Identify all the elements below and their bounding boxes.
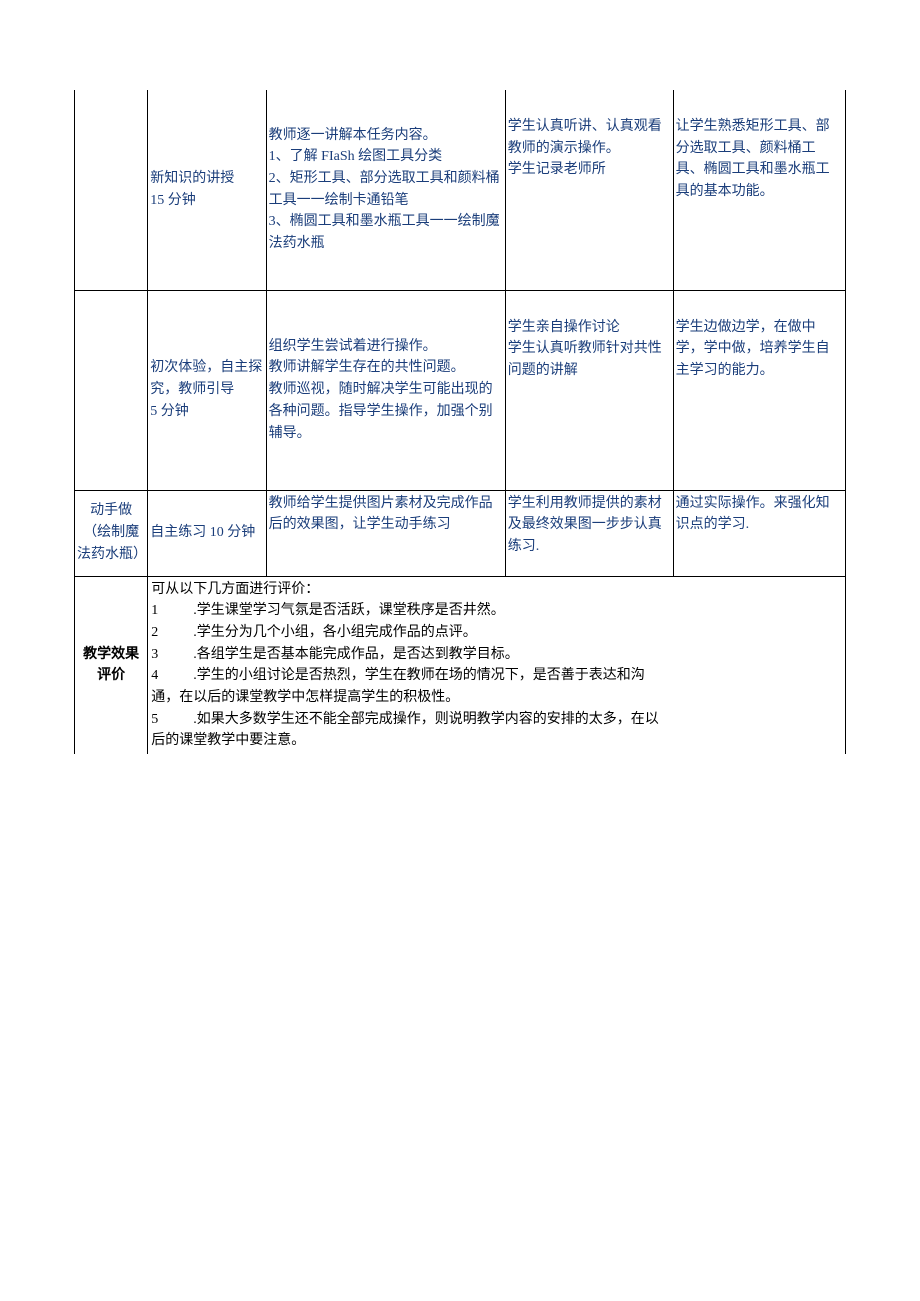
teacher-line: 教师巡视，随时解决学生可能出现的各种问题。指导学生操作，加强个别辅导。: [269, 379, 503, 444]
item-text: .各组学生是否基本能完成作品，是否达到教学目标。: [193, 647, 519, 662]
lesson-plan-table: 新知识的讲授 15 分钟 教师逐一讲解本任务内容。 1、了解 FIaSh 绘图工…: [74, 90, 846, 754]
student-line: 学生认真听讲、认真观看教师的演示操作。: [508, 116, 671, 159]
table-row: 教学效果评价 可从以下几方面进行评价： 1.学生课堂学习气氛是否活跃，课堂秩序是…: [75, 576, 846, 754]
item-number: 5: [151, 709, 193, 731]
period-icon: .: [536, 539, 540, 554]
time-line: 初次体验，自主探究，教师引导: [150, 357, 263, 400]
eval-list: 1.学生课堂学习气氛是否活跃，课堂秩序是否井然。 2.学生分为几个小组，各小组完…: [150, 600, 843, 752]
phase-line: （绘制魔法药水瓶）: [77, 522, 145, 565]
item-text: .学生分为几个小组，各小组完成作品的点评。: [193, 625, 477, 640]
student-line: 学生认真听教师针对共性问题的讲解: [508, 338, 671, 381]
student-line: 学生记录老师所: [508, 159, 671, 181]
phase-cell: [75, 90, 148, 290]
table-row: 新知识的讲授 15 分钟 教师逐一讲解本任务内容。 1、了解 FIaSh 绘图工…: [75, 90, 846, 290]
phase-cell: [75, 290, 148, 490]
student-cell: 学生利用教师提供的素材及最终效果图一步步认真练习.: [505, 490, 673, 576]
item-text: 后的课堂教学中要注意。: [151, 733, 305, 748]
eval-content-cell: 可从以下几方面进行评价： 1.学生课堂学习气氛是否活跃，课堂秩序是否井然。 2.…: [148, 576, 846, 754]
teacher-cell: 教师逐一讲解本任务内容。 1、了解 FIaSh 绘图工具分类 2、矩形工具、部分…: [266, 90, 505, 290]
item-text: 通，在以后的课堂教学中怎样提高学生的积极性。: [151, 690, 459, 705]
period-icon: .: [746, 517, 750, 532]
teacher-cell: 教师给学生提供图片素材及完成作品后的效果图，让学生动手练习: [266, 490, 505, 576]
document-page: 新知识的讲授 15 分钟 教师逐一讲解本任务内容。 1、了解 FIaSh 绘图工…: [0, 0, 920, 1301]
purpose-cell: 通过实际操作。来强化知识点的学习.: [673, 490, 845, 576]
teacher-line: 组织学生尝试着进行操作。: [269, 336, 503, 358]
teacher-line: 2、矩形工具、部分选取工具和颜料桶工具一一绘制卡通铅笔: [269, 168, 503, 211]
teacher-cell: 组织学生尝试着进行操作。 教师讲解学生存在的共性问题。 教师巡视，随时解决学生可…: [266, 290, 505, 490]
list-item: 4.学生的小组讨论是否热烈，学生在教师在场的情况下，是否善于表达和沟: [151, 665, 843, 687]
time-cell: 初次体验，自主探究，教师引导 5 分钟: [148, 290, 266, 490]
list-item-cont: 通，在以后的课堂教学中怎样提高学生的积极性。: [151, 687, 843, 709]
student-cell: 学生认真听讲、认真观看教师的演示操作。 学生记录老师所: [505, 90, 673, 290]
time-line: 新知识的讲授: [150, 168, 263, 190]
teacher-line: 3、椭圆工具和墨水瓶工具一一绘制魔法药水瓶: [269, 211, 503, 254]
time-line: 5 分钟: [150, 401, 263, 423]
eval-label: 教学效果评价: [83, 647, 139, 684]
table-row: 初次体验，自主探究，教师引导 5 分钟 组织学生尝试着进行操作。 教师讲解学生存…: [75, 290, 846, 490]
item-number: 1: [151, 600, 193, 622]
purpose-cell: 学生边做边学，在做中学，学中做，培养学生自主学习的能力。: [673, 290, 845, 490]
teacher-line: 教师逐一讲解本任务内容。: [269, 125, 503, 147]
list-item: 1.学生课堂学习气氛是否活跃，课堂秩序是否井然。: [151, 600, 843, 622]
time-line: 15 分钟: [150, 190, 263, 212]
eval-label-cell: 教学效果评价: [75, 576, 148, 754]
teacher-line: 1、了解 FIaSh 绘图工具分类: [269, 146, 503, 168]
time-cell: 自主练习 10 分钟: [148, 490, 266, 576]
item-text: .学生的小组讨论是否热烈，学生在教师在场的情况下，是否善于表达和沟: [193, 668, 645, 683]
student-cell: 学生亲自操作讨论 学生认真听教师针对共性问题的讲解: [505, 290, 673, 490]
student-text: 学生利用教师提供的素材及最终效果图一步步认真练习: [508, 496, 662, 554]
list-item: 5.如果大多数学生还不能全部完成操作，则说明教学内容的安排的太多，在以: [151, 709, 843, 731]
purpose-text: 通过实际操作。来强化知识点的学习: [676, 496, 830, 533]
list-item: 3.各组学生是否基本能完成作品，是否达到教学目标。: [151, 644, 843, 666]
teacher-line: 教师讲解学生存在的共性问题。: [269, 357, 503, 379]
phase-cell: 动手做 （绘制魔法药水瓶）: [75, 490, 148, 576]
item-number: 3: [151, 644, 193, 666]
purpose-text: 让学生熟悉矩形工具、部分选取工具、颜料桶工具、椭圆工具和墨水瓶工具的基本功能。: [676, 116, 843, 203]
list-item-cont: 后的课堂教学中要注意。: [151, 730, 843, 752]
student-line: 学生亲自操作讨论: [508, 317, 671, 339]
item-text: .学生课堂学习气氛是否活跃，课堂秩序是否井然。: [193, 603, 505, 618]
item-text: .如果大多数学生还不能全部完成操作，则说明教学内容的安排的太多，在以: [193, 712, 659, 727]
teacher-text: 教师给学生提供图片素材及完成作品后的效果图，让学生动手练习: [269, 496, 493, 533]
table-row: 动手做 （绘制魔法药水瓶） 自主练习 10 分钟 教师给学生提供图片素材及完成作…: [75, 490, 846, 576]
item-number: 4: [151, 665, 193, 687]
list-item: 2.学生分为几个小组，各小组完成作品的点评。: [151, 622, 843, 644]
eval-intro: 可从以下几方面进行评价：: [150, 579, 843, 601]
time-text: 自主练习 10 分钟: [150, 525, 255, 540]
item-number: 2: [151, 622, 193, 644]
purpose-text: 学生边做边学，在做中学，学中做，培养学生自主学习的能力。: [676, 317, 843, 382]
purpose-cell: 让学生熟悉矩形工具、部分选取工具、颜料桶工具、椭圆工具和墨水瓶工具的基本功能。: [673, 90, 845, 290]
phase-line: 动手做: [77, 500, 145, 522]
time-cell: 新知识的讲授 15 分钟: [148, 90, 266, 290]
